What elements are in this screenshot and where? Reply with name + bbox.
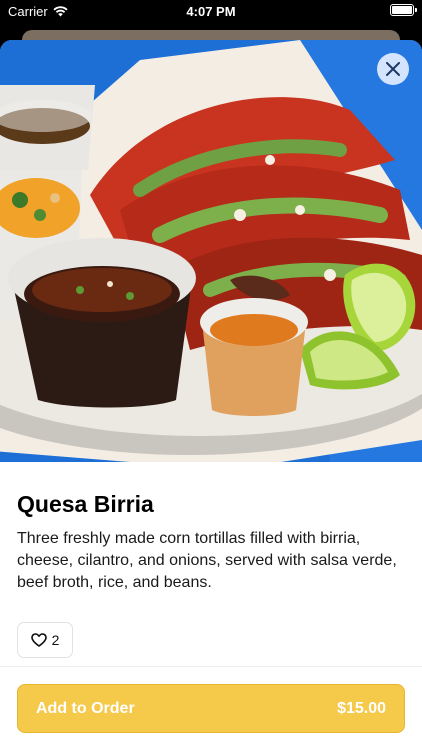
item-price: $15.00 <box>337 699 386 717</box>
item-details: Quesa Birria Three freshly made corn tor… <box>0 490 422 658</box>
item-description: Three freshly made corn tortillas filled… <box>17 530 397 591</box>
divider <box>0 666 422 667</box>
close-button[interactable] <box>377 53 409 85</box>
add-to-order-button[interactable]: Add to Order $15.00 <box>17 684 405 733</box>
item-photo <box>0 40 422 462</box>
battery-icon <box>390 4 417 16</box>
item-detail-sheet: Quesa Birria Three freshly made corn tor… <box>0 40 422 750</box>
status-time: 4:07 PM <box>186 4 236 19</box>
add-to-order-label: Add to Order <box>36 699 135 717</box>
item-title: Quesa Birria <box>17 491 154 517</box>
like-count: 2 <box>51 632 60 648</box>
close-icon <box>386 62 400 76</box>
like-button[interactable]: 2 <box>17 622 73 658</box>
heart-outline-icon <box>30 633 47 647</box>
food-photo-illustration <box>0 40 422 462</box>
status-bar: Carrier 4:07 PM <box>0 0 422 22</box>
